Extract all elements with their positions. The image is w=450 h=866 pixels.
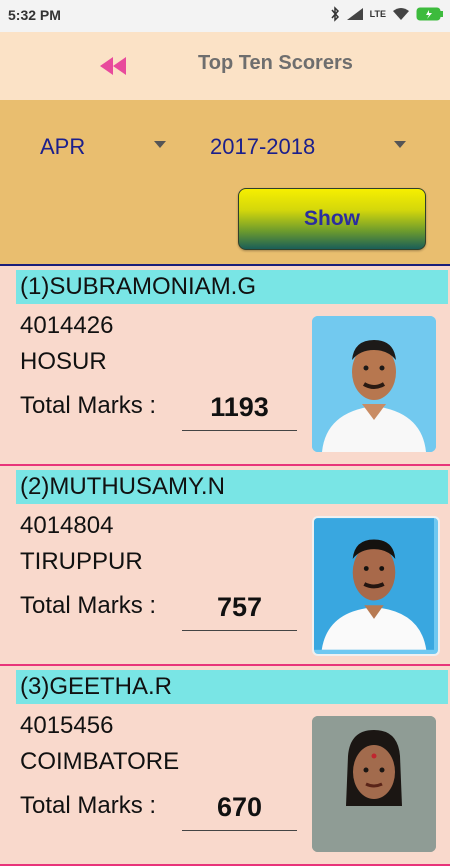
bluetooth-icon [330, 6, 340, 22]
status-time: 5:32 PM [8, 7, 61, 23]
status-bar: 5:32 PM LTE [0, 0, 450, 32]
scorer-photo [312, 316, 436, 452]
month-value: APR [40, 134, 86, 159]
chevron-down-icon [394, 141, 406, 148]
app-header: Top Ten Scorers [0, 32, 450, 100]
double-back-arrow-icon [100, 57, 126, 75]
back-button[interactable] [96, 54, 130, 78]
scorer-photo [312, 716, 436, 852]
status-icons: LTE [330, 6, 444, 22]
wifi-icon [392, 7, 410, 21]
month-dropdown[interactable]: APR [30, 128, 170, 164]
scorer-card[interactable]: (1)SUBRAMONIAM.G 4014426 HOSUR Total Mar… [0, 266, 450, 466]
scorer-list: (1)SUBRAMONIAM.G 4014426 HOSUR Total Mar… [0, 266, 450, 866]
total-marks-value: 670 [216, 792, 263, 822]
scorer-id: 4014426 [20, 312, 114, 339]
total-marks-label: Total Marks : [20, 792, 157, 819]
chevron-down-icon [154, 141, 166, 148]
scorer-id: 4015456 [20, 712, 114, 739]
scorer-name: (2)MUTHUSAMY.N [16, 470, 448, 504]
marks-underline [182, 830, 297, 831]
battery-icon [416, 7, 444, 21]
filter-panel: APR 2017-2018 Show [0, 100, 450, 266]
total-marks-label: Total Marks : [20, 392, 157, 419]
total-marks-label: Total Marks : [20, 592, 157, 619]
scorer-id: 4014804 [20, 512, 114, 539]
scorer-city: TIRUPPUR [20, 548, 143, 575]
lte-label: LTE [369, 8, 386, 19]
scorer-city: COIMBATORE [20, 748, 180, 775]
signal-icon [346, 7, 364, 21]
page-title: Top Ten Scorers [198, 52, 353, 74]
scorer-card[interactable]: (3)GEETHA.R 4015456 COIMBATORE Total Mar… [0, 666, 450, 866]
show-button[interactable]: Show [238, 188, 426, 250]
marks-underline [182, 430, 297, 431]
scorer-city: HOSUR [20, 348, 107, 375]
scorer-card[interactable]: (2)MUTHUSAMY.N 4014804 TIRUPPUR Total Ma… [0, 466, 450, 666]
marks-underline [182, 630, 297, 631]
total-marks-value: 757 [216, 592, 263, 622]
scorer-photo [312, 516, 440, 656]
year-value: 2017-2018 [210, 134, 316, 159]
scorer-name: (1)SUBRAMONIAM.G [16, 270, 448, 304]
total-marks-value: 1193 [210, 392, 269, 422]
year-dropdown[interactable]: 2017-2018 [200, 128, 410, 164]
scorer-name: (3)GEETHA.R [16, 670, 448, 704]
